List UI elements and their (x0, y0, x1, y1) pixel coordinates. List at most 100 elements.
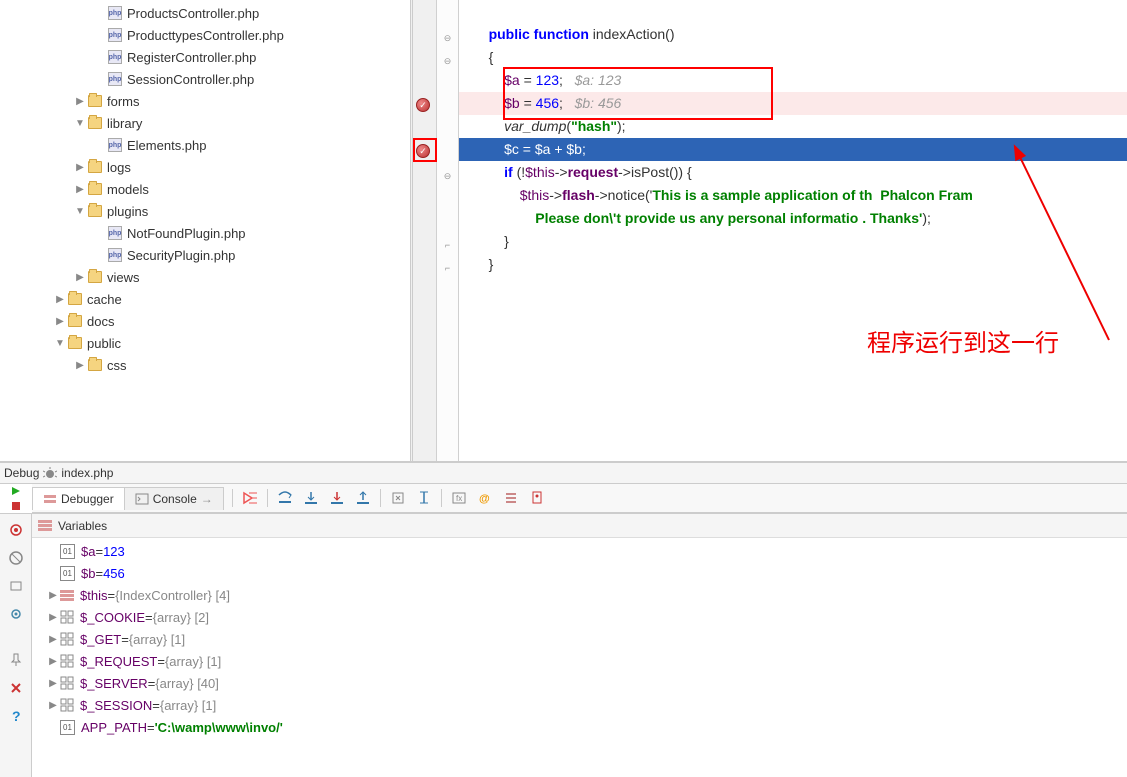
stop-button[interactable] (0, 499, 32, 514)
view-breakpoints-button[interactable] (6, 576, 26, 596)
mute-breakpoints-button[interactable] (525, 486, 549, 510)
tree-item-library[interactable]: ▼library (0, 112, 410, 134)
step-over-button[interactable] (273, 486, 297, 510)
variable-name: $_SERVER (80, 676, 148, 691)
tree-item-logs[interactable]: ▶logs (0, 156, 410, 178)
resume-button[interactable] (0, 484, 32, 499)
expand-toggle-icon[interactable]: ▼ (52, 338, 68, 349)
tree-item-docs[interactable]: ▶ docs (0, 310, 410, 332)
code-content[interactable]: public function indexAction() { $a = 123… (459, 0, 1127, 461)
expand-toggle-icon[interactable]: ▼ (72, 118, 88, 129)
variables-list[interactable]: 01$a = 12301$b = 456▶$this = {IndexContr… (32, 538, 1127, 777)
variable-value: {IndexController} [4] (115, 588, 230, 603)
tree-item-css[interactable]: ▶css (0, 354, 410, 376)
expand-toggle-icon[interactable]: ▶ (72, 96, 88, 107)
code-editor[interactable]: ✓ ✓ ⊖ ⊖ ⊖ ⌐ ⌐ public function indexActio… (413, 0, 1127, 461)
variable-name: $this (80, 588, 107, 603)
variable-row[interactable]: ▶$_GET = {array} [1] (32, 628, 1127, 650)
svg-text:?: ? (12, 708, 21, 724)
tree-item-notfoundplugin-php[interactable]: phpNotFoundPlugin.php (0, 222, 410, 244)
php-file-icon: php (108, 50, 122, 64)
expand-toggle-icon[interactable]: ▶ (46, 678, 60, 689)
variable-row[interactable]: ▶$this = {IndexController} [4] (32, 584, 1127, 606)
expand-toggle-icon[interactable]: ▶ (46, 656, 60, 667)
expand-toggle-icon[interactable]: ▶ (72, 360, 88, 371)
variable-value: {array} [1] (129, 632, 185, 647)
variable-row[interactable]: ▶$_SESSION = {array} [1] (32, 694, 1127, 716)
variable-value: {array} [1] (160, 698, 216, 713)
watches-button[interactable]: @ (473, 486, 497, 510)
tree-item-models[interactable]: ▶models (0, 178, 410, 200)
variable-row[interactable]: ▶$_REQUEST = {array} [1] (32, 650, 1127, 672)
tab-console[interactable]: Console → (124, 487, 224, 510)
force-step-into-button[interactable] (325, 486, 349, 510)
fold-gutter[interactable]: ⊖ ⊖ ⊖ ⌐ ⌐ (437, 0, 459, 461)
tree-item-forms[interactable]: ▶forms (0, 90, 410, 112)
tree-item-productscontroller-php[interactable]: php ProductsController.php (0, 2, 410, 24)
tree-item-label: SecurityPlugin.php (127, 248, 235, 263)
tree-item-label: ProductsController.php (127, 6, 259, 21)
fold-end-icon: ⌐ (442, 262, 453, 273)
expand-toggle-icon[interactable]: ▶ (52, 316, 68, 327)
tree-item-public[interactable]: ▼public (0, 332, 410, 354)
drop-frame-button[interactable] (386, 486, 410, 510)
tree-item-securityplugin-php[interactable]: phpSecurityPlugin.php (0, 244, 410, 266)
current-execution-line: $c = $a + $b; (504, 141, 586, 157)
tree-item-views[interactable]: ▶ views (0, 266, 410, 288)
tab-debugger[interactable]: Debugger (32, 487, 125, 510)
pause-button[interactable] (6, 548, 26, 568)
help-button[interactable]: ? (6, 706, 26, 726)
fold-toggle-icon[interactable]: ⊖ (442, 171, 453, 182)
expand-toggle-icon[interactable]: ▶ (46, 700, 60, 711)
variable-row[interactable]: ▶$_SERVER = {array} [40] (32, 672, 1127, 694)
expand-toggle-icon[interactable]: ▶ (52, 294, 68, 305)
array-var-icon (60, 654, 74, 668)
expand-toggle-icon[interactable]: ▶ (46, 590, 60, 601)
variable-name: $a (81, 544, 95, 559)
expand-toggle-icon[interactable]: ▶ (72, 272, 88, 283)
rerun-button[interactable] (6, 520, 26, 540)
expand-toggle-icon[interactable]: ▼ (72, 206, 88, 217)
expand-toggle-icon[interactable]: ▶ (72, 184, 88, 195)
debug-panel-title: Debug index.php (0, 462, 1127, 484)
breakpoint-verified-icon[interactable]: ✓ (416, 98, 430, 112)
tree-item-plugins[interactable]: ▼plugins (0, 200, 410, 222)
fold-toggle-icon[interactable]: ⊖ (442, 33, 453, 44)
step-into-button[interactable] (299, 486, 323, 510)
settings-gear-button[interactable] (6, 604, 26, 624)
keyword: public function (489, 26, 589, 42)
tree-item-label: docs (87, 314, 114, 329)
tree-item-label: Elements.php (127, 138, 207, 153)
tree-item-producttypescontroller-php[interactable]: phpProducttypesController.php (0, 24, 410, 46)
variable-row[interactable]: 01$b = 456 (32, 562, 1127, 584)
fold-toggle-icon[interactable]: ⊖ (442, 56, 453, 67)
folder-icon (88, 359, 102, 371)
annotation-arrow-icon (999, 140, 1127, 350)
settings-button[interactable] (499, 486, 523, 510)
variable-value: {array} [1] (165, 654, 221, 669)
evaluate-expression-button[interactable]: fx (447, 486, 471, 510)
expand-toggle-icon[interactable]: ▶ (46, 634, 60, 645)
show-execution-point-button[interactable] (238, 486, 262, 510)
tree-item-sessioncontroller-php[interactable]: phpSessionController.php (0, 68, 410, 90)
breakpoint-verified-icon[interactable]: ✓ (416, 144, 430, 158)
folder-icon (88, 95, 102, 107)
scalar-var-icon: 01 (60, 566, 75, 581)
variable-row[interactable]: ▶$_COOKIE = {array} [2] (32, 606, 1127, 628)
tree-item-elements-php[interactable]: phpElements.php (0, 134, 410, 156)
tree-item-label: views (107, 270, 140, 285)
scalar-var-icon: 01 (60, 544, 75, 559)
tree-item-registercontroller-php[interactable]: phpRegisterController.php (0, 46, 410, 68)
variable-row[interactable]: 01APP_PATH = 'C:\wamp\www\invo/' (32, 716, 1127, 738)
step-out-button[interactable] (351, 486, 375, 510)
expand-toggle-icon[interactable]: ▶ (46, 612, 60, 623)
variable-row[interactable]: 01$a = 123 (32, 540, 1127, 562)
php-file-icon: php (108, 6, 122, 20)
tree-item-cache[interactable]: ▶cache (0, 288, 410, 310)
run-to-cursor-button[interactable] (412, 486, 436, 510)
folder-icon (88, 161, 102, 173)
expand-toggle-icon[interactable]: ▶ (72, 162, 88, 173)
close-button[interactable] (6, 678, 26, 698)
pin-button[interactable] (6, 650, 26, 670)
breakpoint-gutter[interactable]: ✓ ✓ (413, 0, 437, 461)
